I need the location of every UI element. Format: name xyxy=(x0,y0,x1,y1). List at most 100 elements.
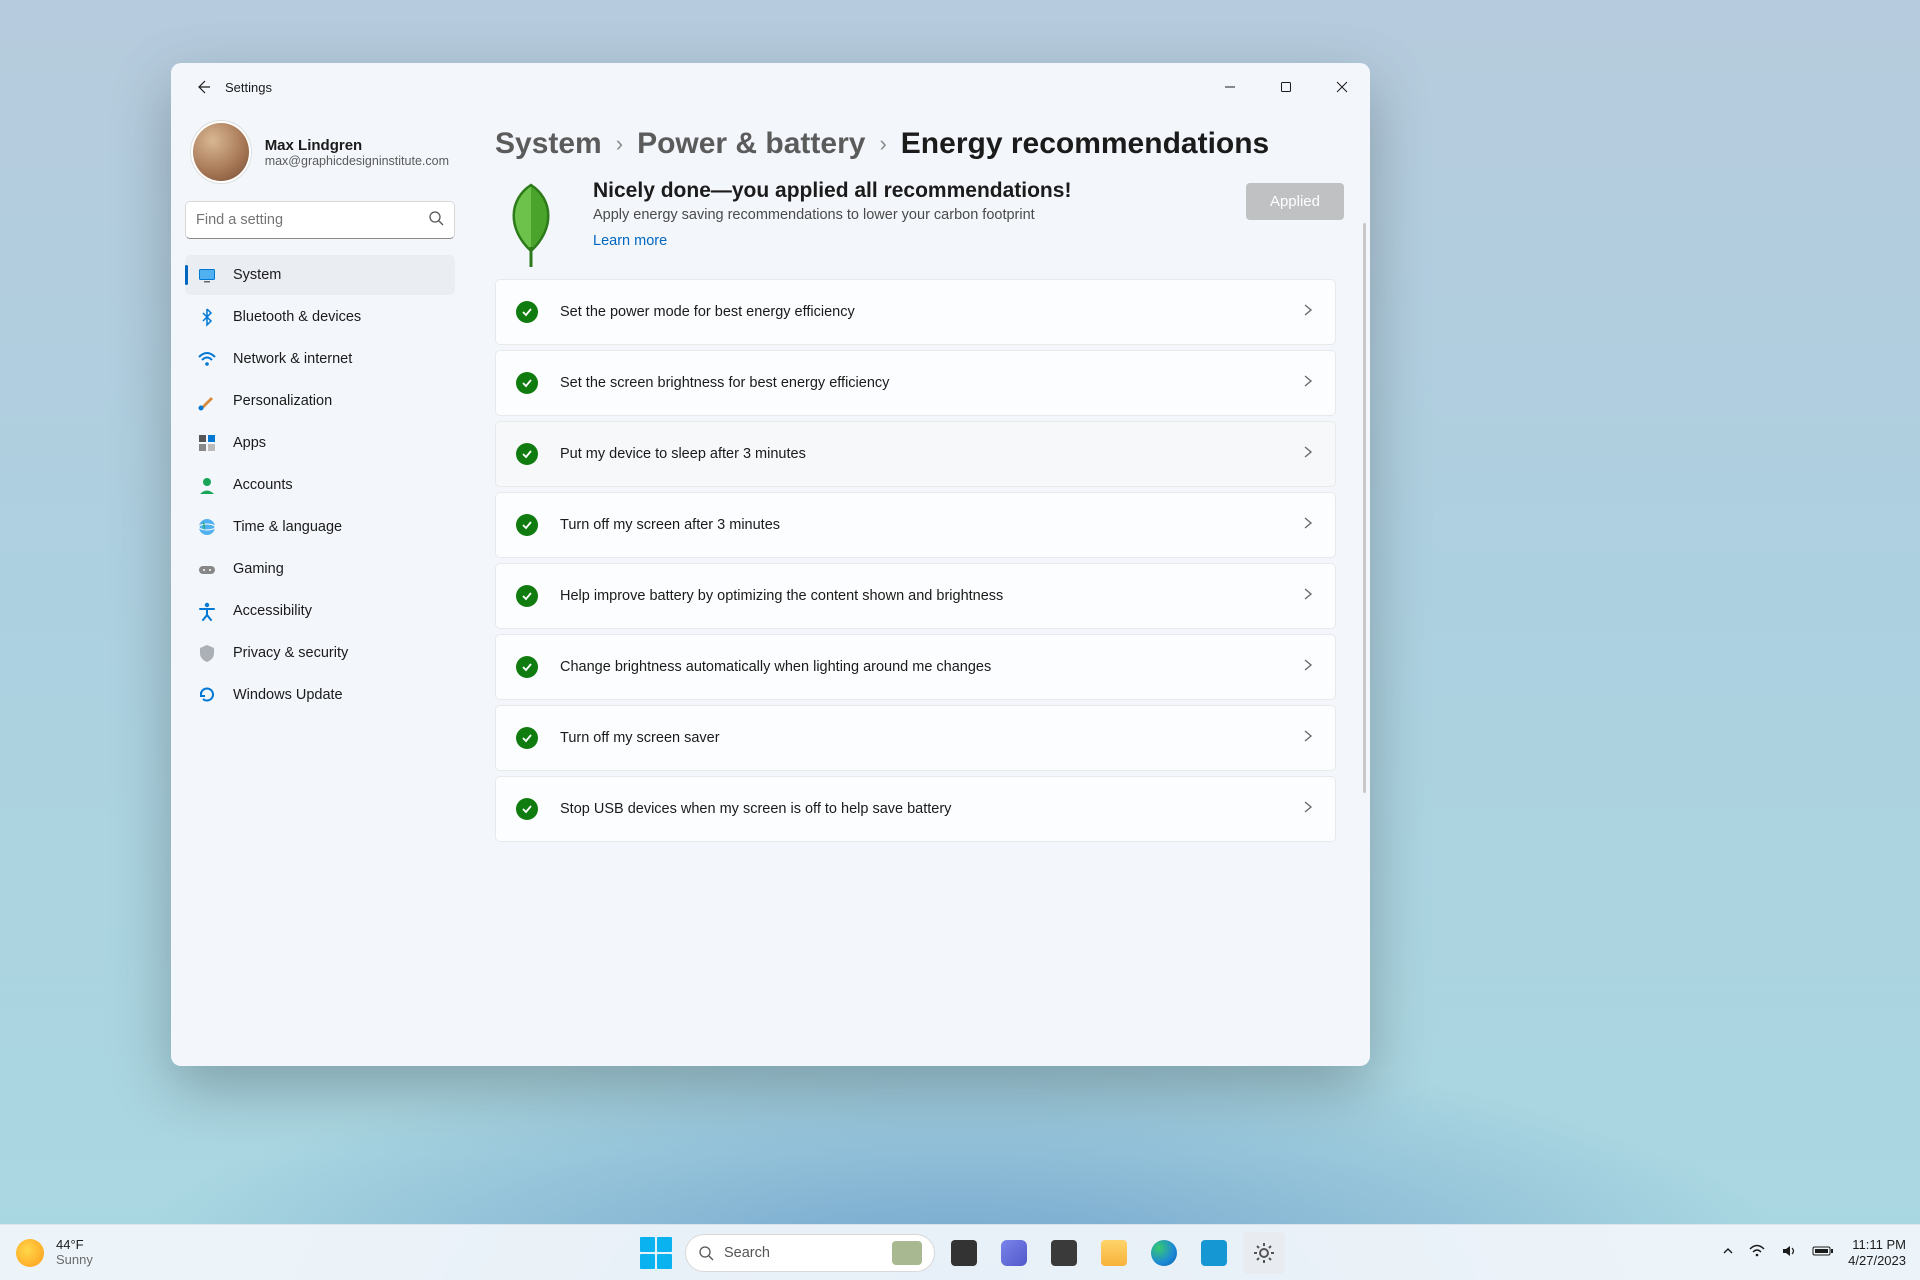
weather-widget[interactable]: 44°F Sunny xyxy=(0,1238,93,1268)
person-icon xyxy=(197,475,217,495)
search-box[interactable] xyxy=(185,201,455,239)
sidebar-item-personalization[interactable]: Personalization xyxy=(185,381,455,421)
brush-icon xyxy=(197,391,217,411)
check-icon xyxy=(516,656,538,678)
chevron-right-icon: › xyxy=(616,131,623,157)
sidebar-item-label: Time & language xyxy=(233,519,342,535)
breadcrumb-power[interactable]: Power & battery xyxy=(637,127,865,161)
taskbar-search[interactable]: Search xyxy=(685,1234,935,1272)
recommendation-item[interactable]: Change brightness automatically when lig… xyxy=(495,634,1336,700)
recommendation-label: Turn off my screen saver xyxy=(560,730,1279,746)
nav-list: System Bluetooth & devices Network & int… xyxy=(185,255,455,715)
hero-subtitle: Apply energy saving recommendations to l… xyxy=(593,207,1220,223)
sidebar-item-label: Personalization xyxy=(233,393,332,409)
hero-title: Nicely done—you applied all recommendati… xyxy=(593,179,1220,203)
taskbar: 44°F Sunny Search 11:11 P xyxy=(0,1224,1920,1280)
update-icon xyxy=(197,685,217,705)
check-icon xyxy=(516,514,538,536)
chevron-right-icon xyxy=(1301,445,1315,464)
file-explorer-button[interactable] xyxy=(1093,1232,1135,1274)
recommendation-item[interactable]: Put my device to sleep after 3 minutes xyxy=(495,421,1336,487)
wifi-tray-icon[interactable] xyxy=(1748,1242,1766,1263)
chevron-right-icon xyxy=(1301,516,1315,535)
recommendation-label: Change brightness automatically when lig… xyxy=(560,659,1279,675)
check-icon xyxy=(516,727,538,749)
tray-chevron-icon[interactable] xyxy=(1722,1245,1734,1260)
taskbar-search-label: Search xyxy=(724,1245,882,1261)
maximize-button[interactable] xyxy=(1258,68,1314,106)
sidebar-item-accessibility[interactable]: Accessibility xyxy=(185,591,455,631)
close-button[interactable] xyxy=(1314,68,1370,106)
recommendation-label: Help improve battery by optimizing the c… xyxy=(560,588,1279,604)
recommendation-item[interactable]: Stop USB devices when my screen is off t… xyxy=(495,776,1336,842)
sidebar-item-privacy[interactable]: Privacy & security xyxy=(185,633,455,673)
sidebar-item-label: Windows Update xyxy=(233,687,343,703)
back-button[interactable] xyxy=(187,71,219,103)
check-icon xyxy=(516,443,538,465)
search-icon xyxy=(698,1245,714,1261)
task-view-button[interactable] xyxy=(943,1232,985,1274)
profile-name: Max Lindgren xyxy=(265,137,449,154)
sidebar-item-apps[interactable]: Apps xyxy=(185,423,455,463)
learn-more-link[interactable]: Learn more xyxy=(593,233,667,249)
profile-email: max@graphicdesigninstitute.com xyxy=(265,154,449,168)
sidebar-item-network[interactable]: Network & internet xyxy=(185,339,455,379)
recommendations-list: Set the power mode for best energy effic… xyxy=(495,279,1344,842)
check-icon xyxy=(516,585,538,607)
clock-date: 4/27/2023 xyxy=(1848,1253,1906,1269)
chevron-right-icon xyxy=(1301,800,1315,819)
sun-icon xyxy=(16,1239,44,1267)
chevron-right-icon xyxy=(1301,658,1315,677)
start-button[interactable] xyxy=(635,1232,677,1274)
clock[interactable]: 11:11 PM 4/27/2023 xyxy=(1848,1237,1906,1268)
window-title: Settings xyxy=(225,80,272,95)
check-icon xyxy=(516,798,538,820)
chat-button[interactable] xyxy=(993,1232,1035,1274)
recommendation-label: Set the power mode for best energy effic… xyxy=(560,304,1279,320)
search-input[interactable] xyxy=(196,212,428,228)
sidebar-item-label: Apps xyxy=(233,435,266,451)
sidebar-item-accounts[interactable]: Accounts xyxy=(185,465,455,505)
recommendation-item[interactable]: Turn off my screen after 3 minutes xyxy=(495,492,1336,558)
profile-block[interactable]: Max Lindgren max@graphicdesigninstitute.… xyxy=(185,111,455,201)
chevron-right-icon xyxy=(1301,729,1315,748)
taskbar-app[interactable] xyxy=(1043,1232,1085,1274)
breadcrumb: System › Power & battery › Energy recomm… xyxy=(495,127,1344,161)
sidebar-item-label: Accessibility xyxy=(233,603,312,619)
breadcrumb-system[interactable]: System xyxy=(495,127,602,161)
search-icon xyxy=(428,210,444,231)
sidebar-item-label: Network & internet xyxy=(233,351,352,367)
sidebar-item-label: Bluetooth & devices xyxy=(233,309,361,325)
sidebar-item-time-language[interactable]: Time & language xyxy=(185,507,455,547)
globe-icon xyxy=(197,517,217,537)
store-button[interactable] xyxy=(1193,1232,1235,1274)
sidebar-item-windows-update[interactable]: Windows Update xyxy=(185,675,455,715)
settings-taskbar-button[interactable] xyxy=(1243,1232,1285,1274)
shield-icon xyxy=(197,643,217,663)
hero-banner: Nicely done—you applied all recommendati… xyxy=(495,179,1344,265)
check-icon xyxy=(516,301,538,323)
volume-tray-icon[interactable] xyxy=(1780,1242,1798,1263)
weather-temp: 44°F xyxy=(56,1238,93,1253)
sidebar-item-label: Privacy & security xyxy=(233,645,348,661)
minimize-button[interactable] xyxy=(1202,68,1258,106)
chevron-right-icon xyxy=(1301,374,1315,393)
battery-tray-icon[interactable] xyxy=(1812,1244,1834,1261)
bluetooth-icon xyxy=(197,307,217,327)
titlebar: Settings xyxy=(171,63,1370,111)
recommendation-item[interactable]: Set the power mode for best energy effic… xyxy=(495,279,1336,345)
check-icon xyxy=(516,372,538,394)
applied-button: Applied xyxy=(1246,183,1344,220)
leaf-icon xyxy=(495,179,567,265)
edge-button[interactable] xyxy=(1143,1232,1185,1274)
sidebar-item-bluetooth[interactable]: Bluetooth & devices xyxy=(185,297,455,337)
clock-time: 11:11 PM xyxy=(1848,1237,1906,1253)
sidebar-item-system[interactable]: System xyxy=(185,255,455,295)
scrollbar[interactable] xyxy=(1363,223,1366,793)
recommendation-item[interactable]: Help improve battery by optimizing the c… xyxy=(495,563,1336,629)
recommendation-item[interactable]: Turn off my screen saver xyxy=(495,705,1336,771)
chevron-right-icon: › xyxy=(879,131,886,157)
sidebar-item-gaming[interactable]: Gaming xyxy=(185,549,455,589)
recommendation-label: Set the screen brightness for best energ… xyxy=(560,375,1279,391)
recommendation-item[interactable]: Set the screen brightness for best energ… xyxy=(495,350,1336,416)
